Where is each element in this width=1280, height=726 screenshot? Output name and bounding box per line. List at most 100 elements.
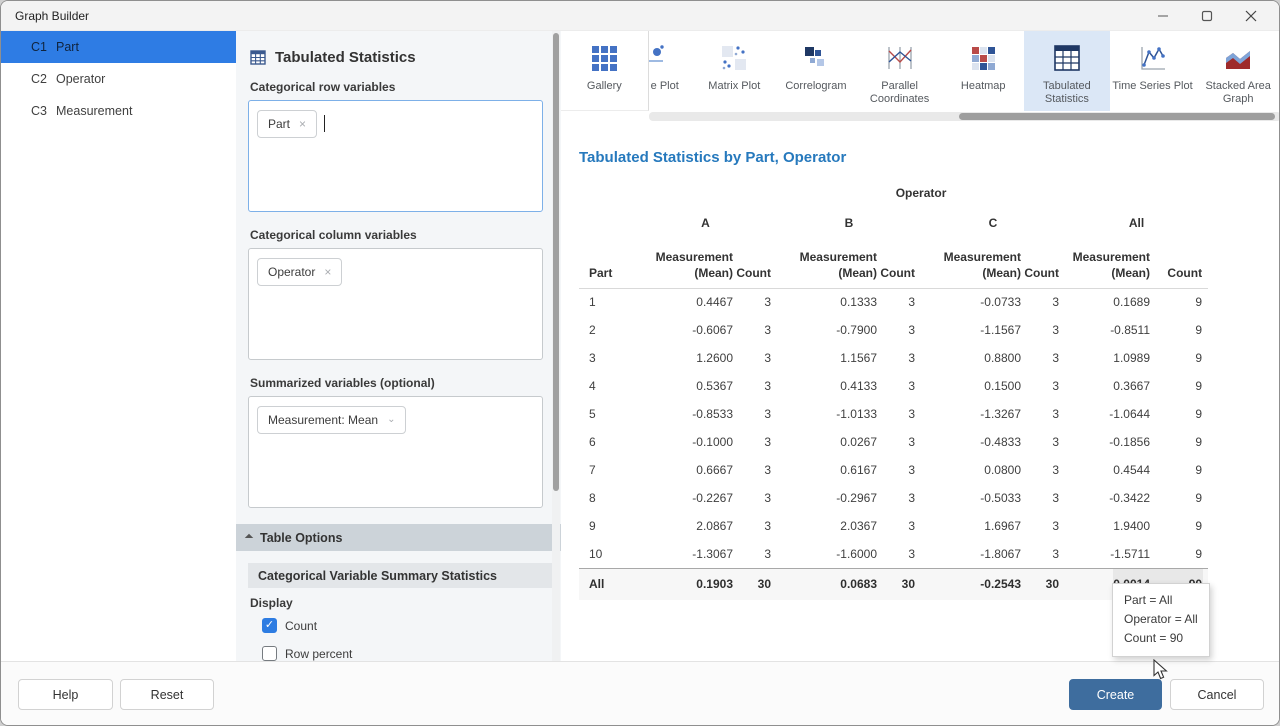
measurement-mean-header: Measurement(Mean) — [634, 236, 733, 288]
minimize-button[interactable] — [1141, 1, 1185, 30]
correlogram-icon — [802, 43, 830, 73]
close-icon — [1245, 10, 1257, 22]
gallery-item-heatmap[interactable]: Heatmap — [942, 31, 1024, 111]
gallery-item-tabulated-statistics[interactable]: Tabulated Statistics — [1024, 31, 1110, 111]
mean-cell: 0.0267 — [777, 428, 877, 456]
variable-chip-measurement-mean[interactable]: Measurement: Mean ⌄ — [257, 406, 406, 434]
mean-cell: -0.3422 — [1065, 484, 1150, 512]
count-cell: 9 — [1150, 344, 1208, 372]
panel-scrollbar[interactable] — [552, 31, 560, 661]
maximize-button[interactable] — [1185, 1, 1229, 30]
gallery-item-gallery[interactable]: Gallery — [561, 31, 649, 111]
checked-checkbox[interactable]: ✓ — [262, 618, 277, 633]
panel-scrollbar-thumb[interactable] — [553, 33, 559, 491]
checkbox-row-count[interactable]: ✓Count — [262, 618, 543, 633]
gallery-item-label: Time Series Plot — [1110, 80, 1196, 93]
reset-button[interactable]: Reset — [120, 679, 214, 710]
mean-cell: -0.2267 — [634, 484, 733, 512]
part-cell: 7 — [579, 456, 634, 484]
mean-cell: -1.1567 — [921, 316, 1021, 344]
checkbox-label: Row percent — [285, 647, 352, 661]
cancel-button[interactable]: Cancel — [1170, 679, 1264, 710]
column-id: C3 — [1, 104, 56, 118]
part-cell: 4 — [579, 372, 634, 400]
report-area: Tabulated Statistics by Part, Operator O… — [561, 123, 1280, 661]
gallery-item-parallel-coordinates[interactable]: Parallel Coordinates — [857, 31, 943, 111]
count-cell: 3 — [877, 344, 921, 372]
sidebar-item-measurement[interactable]: C3Measurement — [1, 95, 236, 127]
count-cell: 9 — [1150, 372, 1208, 400]
table-icon — [250, 50, 267, 66]
checkbox-row-row-percent[interactable]: Row percent — [262, 646, 543, 661]
count-cell: 3 — [1021, 512, 1065, 540]
sidebar-item-part[interactable]: C1Part — [1, 31, 236, 63]
gallery-item-matrix-plot[interactable]: Matrix Plot — [693, 31, 775, 111]
chip-label: Measurement: Mean — [268, 413, 378, 427]
gallery-scrollbar[interactable] — [649, 112, 1280, 121]
column-id: C1 — [1, 40, 56, 54]
mean-cell: -0.6067 — [634, 316, 733, 344]
part-cell: 6 — [579, 428, 634, 456]
count-cell: 9 — [1150, 540, 1208, 568]
mean-cell: -1.3267 — [921, 400, 1021, 428]
summary-statistics-section-header: Categorical Variable Summary Statistics — [248, 563, 555, 588]
parallel-coordinates-icon — [885, 43, 915, 73]
chip-label: Part — [268, 117, 290, 131]
table-row: 2-0.60673-0.79003-1.15673-0.85119 — [579, 316, 1208, 344]
gallery-grid-icon — [590, 43, 618, 73]
title-bar: Graph Builder — [1, 1, 1279, 31]
column-variables-field[interactable]: Operator × — [248, 248, 543, 360]
corner-cell — [579, 206, 634, 236]
chip-remove-icon[interactable]: × — [324, 266, 331, 278]
count-cell: 3 — [877, 456, 921, 484]
chip-remove-icon[interactable]: × — [299, 118, 306, 130]
variable-chip-operator[interactable]: Operator × — [257, 258, 342, 286]
count-cell: 9 — [1150, 512, 1208, 540]
sidebar-item-operator[interactable]: C2Operator — [1, 63, 236, 95]
chevron-down-icon[interactable]: ⌄ — [387, 415, 395, 425]
gallery-item-time-series-plot[interactable]: Time Series Plot — [1110, 31, 1196, 111]
gallery-item-correlogram[interactable]: Correlogram — [775, 31, 857, 111]
row-variables-field[interactable]: Part × — [248, 100, 543, 212]
gallery-item-stacked-area-graph[interactable]: Stacked Area Graph — [1195, 31, 1280, 111]
column-id: C2 — [1, 72, 56, 86]
count-cell: 9 — [1150, 288, 1208, 316]
count-cell: 3 — [1021, 428, 1065, 456]
table-row: 70.666730.616730.080030.45449 — [579, 456, 1208, 484]
mean-cell: 0.1333 — [777, 288, 877, 316]
tooltip-line: Part = All — [1124, 591, 1198, 610]
count-cell: 3 — [733, 484, 777, 512]
mean-cell: 0.1903 — [634, 568, 733, 600]
count-cell: 9 — [1150, 456, 1208, 484]
preview-pane: Gallerye Plot Matrix PlotCorrelogramParal… — [561, 31, 1280, 661]
summarized-variables-field[interactable]: Measurement: Mean ⌄ — [248, 396, 543, 508]
statistics-table: OperatorABCAllPartMeasurement(Mean) Coun… — [579, 180, 1208, 600]
count-cell: 3 — [1021, 540, 1065, 568]
part-cell: 3 — [579, 344, 634, 372]
mean-cell: 1.9400 — [1065, 512, 1150, 540]
mean-cell: -0.8511 — [1065, 316, 1150, 344]
gallery-item-label: Stacked Area Graph — [1195, 80, 1280, 106]
variable-chip-part[interactable]: Part × — [257, 110, 317, 138]
gallery-item-label: Matrix Plot — [693, 80, 775, 93]
tooltip-line: Operator = All — [1124, 610, 1198, 629]
count-cell: 3 — [877, 428, 921, 456]
count-cell: 3 — [877, 540, 921, 568]
gallery-item-label: e Plot — [651, 80, 679, 93]
table-row: 40.536730.413330.150030.36679 — [579, 372, 1208, 400]
minimize-icon — [1157, 10, 1169, 22]
window-title: Graph Builder — [1, 9, 1141, 23]
help-button[interactable]: Help — [18, 679, 113, 710]
gallery-item-e-plot[interactable]: e Plot — [649, 31, 694, 111]
statistics-table-wrap: OperatorABCAllPartMeasurement(Mean) Coun… — [579, 180, 1208, 600]
maximize-icon — [1201, 10, 1213, 22]
mean-cell: 0.3667 — [1065, 372, 1150, 400]
part-cell: 8 — [579, 484, 634, 512]
count-header: Count — [1150, 236, 1208, 288]
mean-cell: -1.3067 — [634, 540, 733, 568]
unchecked-checkbox[interactable] — [262, 646, 277, 661]
create-button[interactable]: Create — [1069, 679, 1162, 710]
table-options-header[interactable]: Table Options — [236, 524, 561, 551]
gallery-scrollbar-thumb[interactable] — [959, 113, 1275, 120]
close-button[interactable] — [1229, 1, 1273, 30]
